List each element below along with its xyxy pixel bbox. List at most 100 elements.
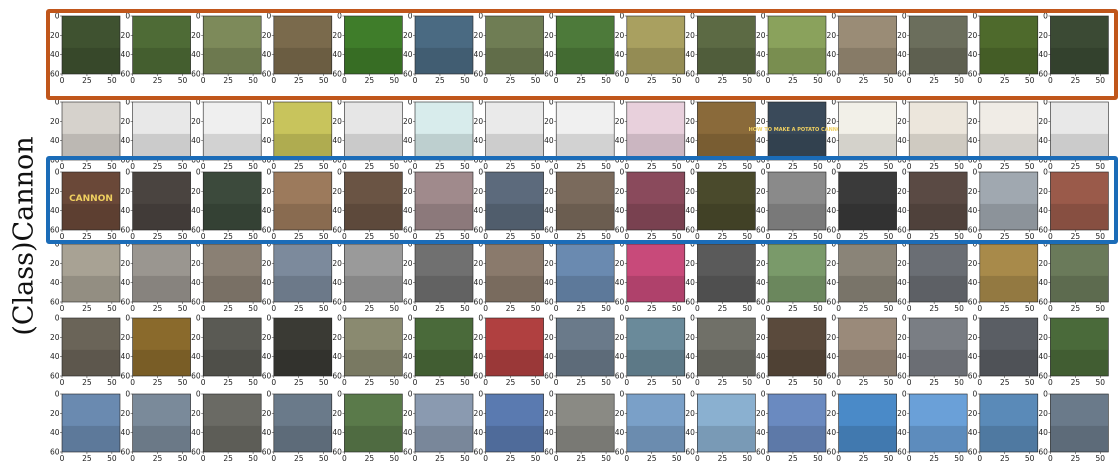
x-tick-label: 50 bbox=[672, 232, 682, 241]
y-tick-label: 20 bbox=[191, 31, 201, 40]
thumbnail-caption: CANNON bbox=[69, 194, 113, 204]
x-tick-label: 0 bbox=[271, 162, 276, 171]
y-tick-label: 0 bbox=[196, 314, 201, 323]
y-tick-label: 40 bbox=[262, 428, 272, 437]
y-tick-label: 20 bbox=[968, 187, 978, 196]
x-tick-label: 50 bbox=[460, 304, 470, 313]
x-tick-label: 0 bbox=[836, 304, 841, 313]
y-tick-label: 60 bbox=[968, 70, 978, 79]
x-tick-label: 25 bbox=[223, 378, 233, 387]
thumbnail-subplot: 02040600 25 50 bbox=[403, 314, 474, 387]
x-tick-label: 50 bbox=[248, 76, 258, 85]
y-tick-label: 20 bbox=[897, 409, 907, 418]
thumbnail-shade bbox=[415, 349, 473, 376]
y-tick-label: 40 bbox=[50, 206, 60, 215]
x-tick-label: 25 bbox=[435, 162, 445, 171]
y-tick-label: 20 bbox=[756, 259, 766, 268]
x-tick-label: 25 bbox=[788, 454, 798, 463]
x-tick-label: 0 bbox=[977, 454, 982, 463]
y-tick-label: 0 bbox=[902, 390, 907, 399]
y-tick-label: 20 bbox=[332, 259, 342, 268]
x-tick-label: 25 bbox=[82, 232, 92, 241]
thumbnail-shade bbox=[909, 349, 968, 376]
x-tick-label: 50 bbox=[1096, 378, 1106, 387]
y-tick-label: 40 bbox=[544, 278, 554, 287]
y-tick-label: 60 bbox=[474, 448, 484, 457]
thumbnail-shade bbox=[909, 425, 968, 452]
x-tick-label: 25 bbox=[1000, 162, 1010, 171]
y-tick-label: 0 bbox=[55, 314, 60, 323]
thumbnail-subplot: 02040600 25 50 bbox=[474, 314, 544, 387]
y-tick-label: 40 bbox=[968, 136, 978, 145]
thumbnail-shade bbox=[203, 425, 262, 452]
x-tick-label: 0 bbox=[201, 304, 206, 313]
x-tick-label: 25 bbox=[1071, 454, 1081, 463]
x-tick-label: 0 bbox=[766, 378, 771, 387]
thumbnail-subplot: 02040600 25 50 bbox=[1038, 390, 1109, 463]
x-tick-label: 0 bbox=[60, 304, 65, 313]
x-tick-label: 0 bbox=[554, 304, 559, 313]
x-tick-label: 25 bbox=[859, 162, 869, 171]
y-tick-label: 60 bbox=[756, 372, 766, 381]
y-tick-label: 40 bbox=[474, 428, 484, 437]
y-tick-label: 20 bbox=[262, 259, 272, 268]
x-tick-label: 25 bbox=[576, 454, 586, 463]
x-tick-label: 0 bbox=[1048, 76, 1053, 85]
x-tick-label: 50 bbox=[954, 76, 964, 85]
thumbnail-shade bbox=[556, 47, 615, 74]
x-tick-label: 0 bbox=[201, 76, 206, 85]
x-tick-label: 50 bbox=[319, 232, 329, 241]
y-tick-label: 20 bbox=[968, 333, 978, 342]
thumbnail-row-6: 02040600 25 5002040600 25 5002040600 25 500204… bbox=[50, 390, 1109, 463]
y-tick-label: 60 bbox=[544, 372, 554, 381]
thumbnail-subplot: 02040600 25 50 bbox=[191, 390, 262, 463]
x-tick-label: 25 bbox=[1000, 76, 1010, 85]
x-tick-label: 0 bbox=[483, 378, 488, 387]
x-tick-label: 25 bbox=[82, 454, 92, 463]
x-tick-label: 50 bbox=[743, 454, 753, 463]
thumbnail-shade bbox=[273, 349, 332, 376]
y-tick-label: 40 bbox=[827, 278, 837, 287]
y-tick-label: 20 bbox=[827, 259, 837, 268]
thumbnail-subplot: 02040600 25 50 bbox=[262, 240, 333, 313]
x-tick-label: 25 bbox=[294, 76, 304, 85]
x-tick-label: 25 bbox=[82, 162, 92, 171]
x-tick-label: 50 bbox=[813, 454, 823, 463]
y-tick-label: 40 bbox=[897, 278, 907, 287]
thumbnail-shade bbox=[838, 47, 897, 74]
y-tick-label: 20 bbox=[827, 187, 837, 196]
y-tick-label: 60 bbox=[121, 298, 131, 307]
thumbnail-subplot: 02040600 25 50 bbox=[827, 390, 897, 463]
y-tick-label: 60 bbox=[121, 448, 131, 457]
y-tick-label: 40 bbox=[191, 428, 201, 437]
thumbnail-subplot: 02040600 25 50 bbox=[262, 314, 333, 387]
y-tick-label: 40 bbox=[827, 50, 837, 59]
x-tick-label: 0 bbox=[624, 454, 629, 463]
x-tick-label: 50 bbox=[107, 232, 117, 241]
y-tick-label: 20 bbox=[756, 187, 766, 196]
x-tick-label: 0 bbox=[201, 454, 206, 463]
thumbnail-shade bbox=[344, 203, 403, 230]
thumbnail-subplot: 02040600 25 50 bbox=[403, 390, 474, 463]
x-tick-label: 50 bbox=[178, 76, 188, 85]
y-tick-label: 60 bbox=[191, 372, 201, 381]
thumbnail-subplot: 02040600 25 50 bbox=[1038, 12, 1109, 85]
x-tick-label: 50 bbox=[460, 162, 470, 171]
y-tick-label: 40 bbox=[615, 352, 625, 361]
y-tick-label: 20 bbox=[756, 31, 766, 40]
y-tick-label: 60 bbox=[615, 226, 625, 235]
y-tick-label: 40 bbox=[756, 428, 766, 437]
x-tick-label: 25 bbox=[365, 232, 375, 241]
x-tick-label: 25 bbox=[82, 76, 92, 85]
y-tick-label: 20 bbox=[403, 31, 413, 40]
thumbnail-subplot: 02040600 25 50 bbox=[121, 12, 191, 85]
x-tick-label: 0 bbox=[413, 454, 418, 463]
x-tick-label: 0 bbox=[695, 76, 700, 85]
y-tick-label: 60 bbox=[827, 226, 837, 235]
x-tick-label: 0 bbox=[483, 454, 488, 463]
y-tick-label: 20 bbox=[897, 187, 907, 196]
y-tick-label: 20 bbox=[50, 409, 60, 418]
x-tick-label: 25 bbox=[153, 232, 163, 241]
y-tick-label: 40 bbox=[968, 50, 978, 59]
thumbnail-subplot: 02040600 25 50 bbox=[332, 390, 403, 463]
